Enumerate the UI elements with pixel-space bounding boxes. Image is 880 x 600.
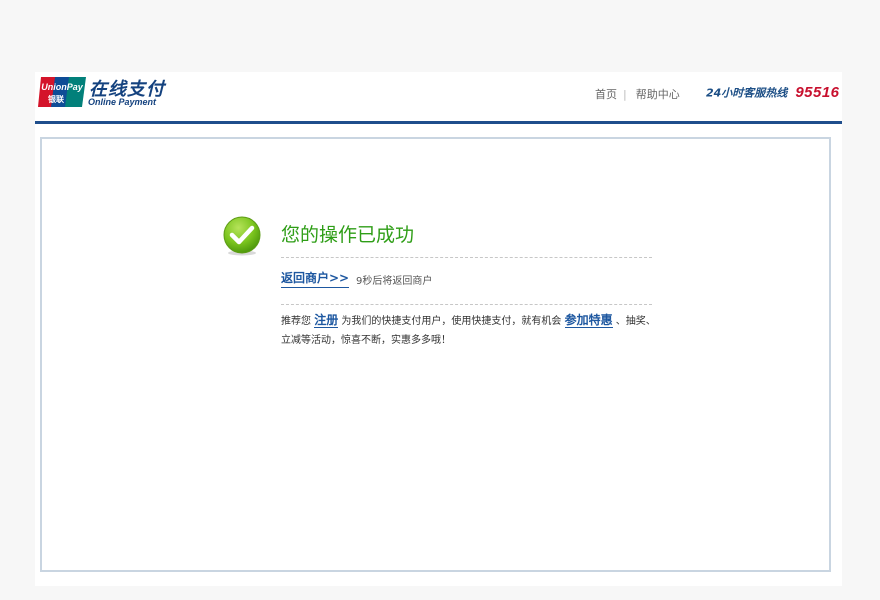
- nav-separator: |: [623, 88, 627, 101]
- result-panel: 您的操作已成功 返回商户>> 9秒后将返回商户 推荐您 注册 为我们的快捷支付用…: [40, 137, 831, 572]
- logo-subtitle: Online Payment: [88, 97, 157, 107]
- promo-text: 推荐您 注册 为我们的快捷支付用户，使用快捷支付，就有机会 参加特惠 、抽奖、立…: [281, 311, 661, 350]
- success-check-icon: [223, 216, 261, 256]
- return-to-merchant-link[interactable]: 返回商户>>: [281, 269, 350, 288]
- hotline-number: 95516: [795, 84, 840, 101]
- hotline: 24小时客服热线 95516: [706, 82, 840, 101]
- nav-home-link[interactable]: 首页: [595, 88, 617, 101]
- logo-brand-cn: 银联: [47, 94, 64, 104]
- header: UnionPay 银联 在线支付 Online Payment 首页 | 帮助中心 …: [35, 72, 842, 121]
- logo-brand-text: UnionPay: [41, 82, 84, 92]
- redirect-countdown: 9秒后将返回商户: [356, 276, 433, 287]
- dashed-divider: [281, 304, 652, 305]
- page-container: UnionPay 银联 在线支付 Online Payment 首页 | 帮助中心 …: [35, 72, 842, 586]
- promo-text-1: 推荐您: [281, 316, 311, 327]
- join-offers-link[interactable]: 参加特惠: [564, 313, 613, 328]
- unionpay-logo: UnionPay 银联: [38, 77, 86, 107]
- nav-help-center-link[interactable]: 帮助中心: [636, 88, 680, 101]
- header-divider: [35, 121, 842, 124]
- dashed-divider: [281, 257, 652, 258]
- promo-text-2: 为我们的快捷支付用户，使用快捷支付，就有机会: [341, 316, 562, 327]
- register-link[interactable]: 注册: [314, 313, 339, 328]
- hotline-label: 24小时客服热线: [706, 86, 788, 100]
- success-title: 您的操作已成功: [281, 224, 415, 246]
- top-nav: 首页 | 帮助中心: [595, 86, 680, 102]
